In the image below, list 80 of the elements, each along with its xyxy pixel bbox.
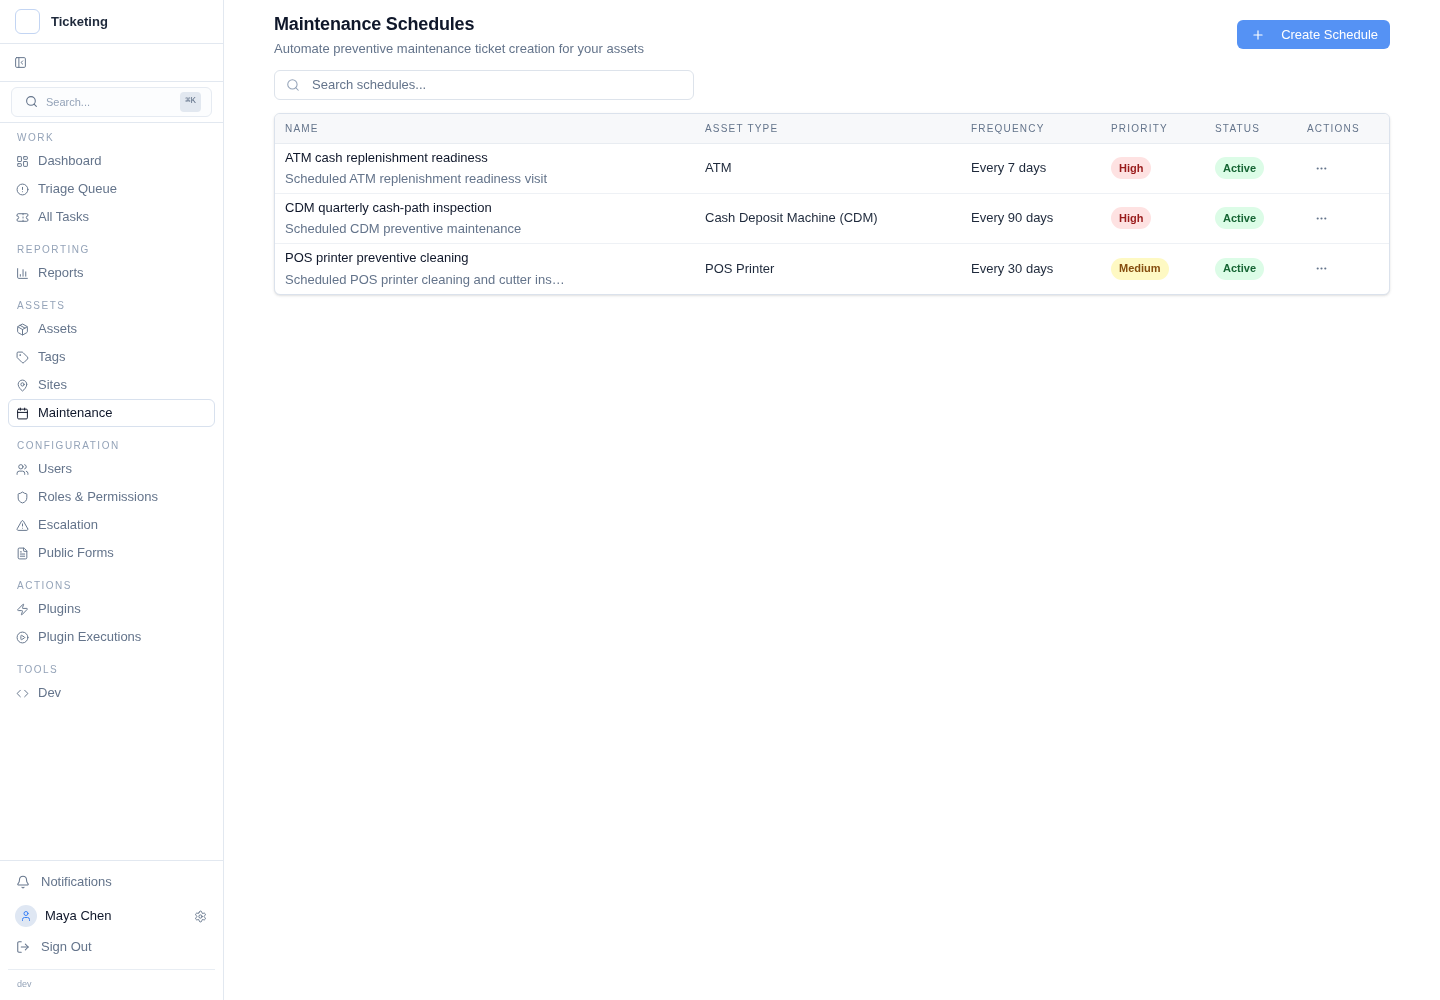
schedule-name: CDM quarterly cash-path inspection [285,198,493,217]
status-badge: Active [1215,207,1265,229]
box-icon [16,322,29,336]
bar-chart-icon [16,266,29,280]
nav-item[interactable]: Plugins [8,595,215,623]
shield-icon [16,490,29,504]
frequency-cell-text: Every 7 days [971,159,1047,178]
schedule-description: Scheduled CDM preventive maintenance [285,220,523,238]
priority-badge: High [1111,207,1152,229]
frequency-cell-text: Every 30 days [971,259,1054,278]
nav-section-heading: ACTIONS [17,578,72,593]
settings-button[interactable] [194,909,207,923]
nav-section-heading: ASSETS [17,298,66,313]
asset-type-cell-text: Cash Deposit Machine (CDM) [705,209,878,228]
nav-item[interactable]: Roles & Permissions [8,483,215,511]
nav-section-heading: WORK [17,130,55,145]
tag-icon [16,350,29,364]
status-badge: Active [1215,257,1265,280]
nav-item[interactable]: Sites [8,371,215,399]
avatar-icon [15,905,37,927]
calendar-icon [16,406,29,420]
grid-icon [16,154,29,168]
nav-item[interactable]: Public Forms [8,539,215,567]
schedule-name: POS printer preventive cleaning [285,249,470,267]
lightning-icon [16,602,29,616]
nav-item[interactable]: All Tasks [8,203,215,231]
sign-out-icon [16,940,30,954]
app-name: Ticketing [51,12,108,31]
schedule-description: Scheduled ATM replenishment readiness visit [285,170,549,188]
create-schedule-button[interactable]: Create Schedule [1237,20,1390,49]
users-icon [16,462,29,476]
priority-badge: High [1111,157,1152,179]
environment-label: dev [17,978,32,992]
column-header: PRIORITY [1111,121,1168,136]
nav-item[interactable]: Users [8,455,215,483]
warning-triangle-icon [16,518,29,532]
nav-section-heading: REPORTING [17,242,90,257]
nav-item[interactable]: Reports [8,259,215,287]
search-icon [25,95,38,108]
page-subtitle: Automate preventive maintenance ticket creation for your assets [274,40,644,58]
column-header: ASSET TYPE [705,121,779,136]
nav-item[interactable]: Assets [8,315,215,343]
map-pin-icon [16,378,29,392]
nav-item[interactable]: Dashboard [8,147,215,175]
status-badge: Active [1215,157,1265,179]
asset-type-cell-text: POS Printer [705,259,775,278]
ticket-icon [16,210,29,224]
play-circle-icon [16,630,29,644]
collapse-sidebar-button[interactable] [14,56,27,69]
document-icon [16,546,29,560]
panel-left-icon [14,56,27,69]
bell-icon [16,875,30,889]
nav-item[interactable]: Tags [8,343,215,371]
column-header: NAME [285,121,319,136]
priority-badge: Medium [1111,257,1169,280]
notifications-link[interactable]: Notifications [8,868,215,896]
nav-section-heading: TOOLS [17,662,59,677]
shortcut-key: ⌘K [180,92,201,112]
asset-type-cell-text: ATM [705,159,732,178]
frequency-cell-text: Every 90 days [971,209,1054,228]
plus-icon [1251,27,1266,42]
page-title: Maintenance Schedules [274,13,476,36]
nav-item[interactable]: Dev [8,679,215,707]
schedule-description: Scheduled POS printer cleaning and cutter ins… [285,270,566,289]
app-logo-icon [15,9,40,34]
column-header: STATUS [1215,121,1261,136]
user-name: Maya Chen [45,907,113,926]
column-header: FREQUENCY [971,121,1045,136]
nav-item[interactable]: Maintenance [8,399,215,427]
nav-item[interactable]: Triage Queue [8,175,215,203]
search-icon [286,77,300,92]
nav-item[interactable]: Escalation [8,511,215,539]
column-header: ACTIONS [1307,121,1360,136]
nav-section-heading: CONFIGURATION [17,438,120,453]
nav-item[interactable]: Plugin Executions [8,623,215,651]
settings-icon [194,909,207,923]
alert-circle-icon [16,182,29,196]
schedule-name: ATM cash replenishment readiness [285,148,489,167]
sign-out-link[interactable]: Sign Out [8,933,215,961]
search-field[interactable]: Search schedules... [274,69,694,100]
